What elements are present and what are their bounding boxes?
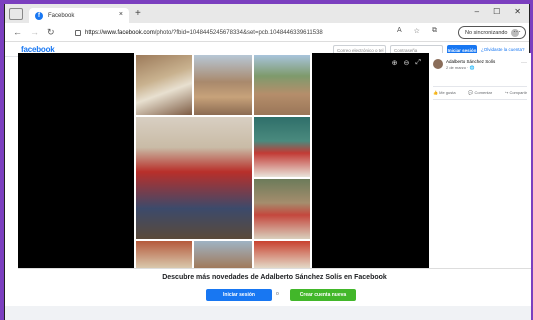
window-controls: – ☐ ✕ (475, 7, 521, 16)
post-actions: 👍 Me gusta 💬 Comentar ↪ Compartir (433, 90, 527, 95)
login-banner: Descubre más novedades de Adalberto Sánc… (18, 268, 531, 306)
like-button[interactable]: 👍 Me gusta (433, 90, 456, 95)
photo-tile (136, 241, 192, 268)
zoom-out-icon[interactable]: ⊖ (404, 59, 410, 67)
address-bar-row: ← → ↻ https://www.facebook.com/photo/?fb… (5, 23, 529, 42)
post-side-panel: Adalberto Sánchez Solís 2 de marzo · 🌐 ·… (429, 53, 531, 268)
divider (433, 99, 527, 100)
minimize-button[interactable]: – (475, 7, 479, 16)
share-icon: ↪ (504, 90, 509, 95)
photo-collage (134, 53, 312, 268)
zoom-in-icon[interactable]: ⊕ (392, 59, 398, 67)
maximize-button[interactable]: ☐ (493, 7, 500, 16)
toolbar-icons: A ☆ ⧉ (397, 27, 437, 35)
refresh-button[interactable]: ↻ (47, 27, 55, 38)
lock-icon (75, 29, 81, 36)
photo-tile (254, 241, 310, 268)
photo-tile-main (136, 117, 252, 239)
favorite-star-icon[interactable]: ☆ (414, 27, 420, 35)
photo-tile (254, 117, 310, 177)
sync-label: No sincronizando (465, 29, 508, 36)
tab-strip: f Facebook × + – ☐ ✕ (5, 4, 529, 23)
banner-login-button[interactable]: Iniciar sesión (206, 289, 272, 301)
create-account-button[interactable]: Crear cuenta nueva (290, 289, 356, 301)
address-input[interactable]: https://www.facebook.com/photo/?fbid=104… (75, 26, 445, 39)
author-avatar[interactable] (433, 59, 443, 69)
author-name[interactable]: Adalberto Sánchez Solís (446, 59, 495, 64)
browser-window: f Facebook × + – ☐ ✕ ← → ↻ https://www.f… (4, 4, 531, 320)
banner-text: Descubre más novedades de Adalberto Sánc… (162, 274, 387, 281)
fullscreen-icon[interactable]: ⤢ (415, 59, 421, 67)
viewer-tools: ⊕ ⊖ ⤢ (392, 59, 421, 67)
url-domain: https://www.facebook.com (85, 29, 155, 36)
forgot-account-link[interactable]: ¿Olvidaste la cuenta? (481, 47, 525, 52)
photo-tile (194, 55, 252, 115)
divider (433, 86, 527, 87)
url-path: /photo/?fbid=1048445245678334&set=pcb.10… (154, 29, 323, 36)
share-label: Compartir (509, 90, 527, 95)
like-icon: 👍 (433, 90, 438, 95)
close-window-button[interactable]: ✕ (514, 7, 521, 16)
comment-icon: 💬 (468, 90, 474, 95)
photo-tile (136, 55, 192, 115)
like-label: Me gusta (439, 90, 456, 95)
post-options-icon[interactable]: ··· (521, 60, 527, 66)
browser-menu-button[interactable]: ··· (513, 27, 521, 36)
photo-viewer[interactable]: ⊕ ⊖ ⤢ (18, 53, 429, 268)
photo-tile (194, 241, 252, 268)
post-date[interactable]: 2 de marzo · 🌐 (446, 65, 475, 70)
tab-close-icon[interactable]: × (119, 11, 123, 18)
photo-tile (254, 179, 310, 239)
new-tab-button[interactable]: + (135, 8, 141, 19)
share-button[interactable]: ↪ Compartir (505, 90, 527, 95)
comment-label: Comentar (474, 90, 493, 95)
photo-tile (254, 55, 310, 115)
page-footer-area (5, 306, 531, 320)
forward-button[interactable]: → (30, 27, 39, 37)
comment-button[interactable]: 💬 Comentar (468, 90, 492, 95)
tab-title: Facebook (48, 12, 75, 19)
url-text: https://www.facebook.com/photo/?fbid=104… (85, 30, 323, 36)
back-button[interactable]: ← (13, 27, 22, 37)
collections-icon[interactable]: ⧉ (432, 27, 437, 35)
tab-actions-icon[interactable] (9, 7, 23, 20)
facebook-favicon-icon: f (35, 11, 43, 20)
read-aloud-icon[interactable]: A (397, 27, 402, 35)
tab-facebook[interactable]: f Facebook × (29, 8, 129, 23)
banner-or-text: o (276, 291, 279, 297)
